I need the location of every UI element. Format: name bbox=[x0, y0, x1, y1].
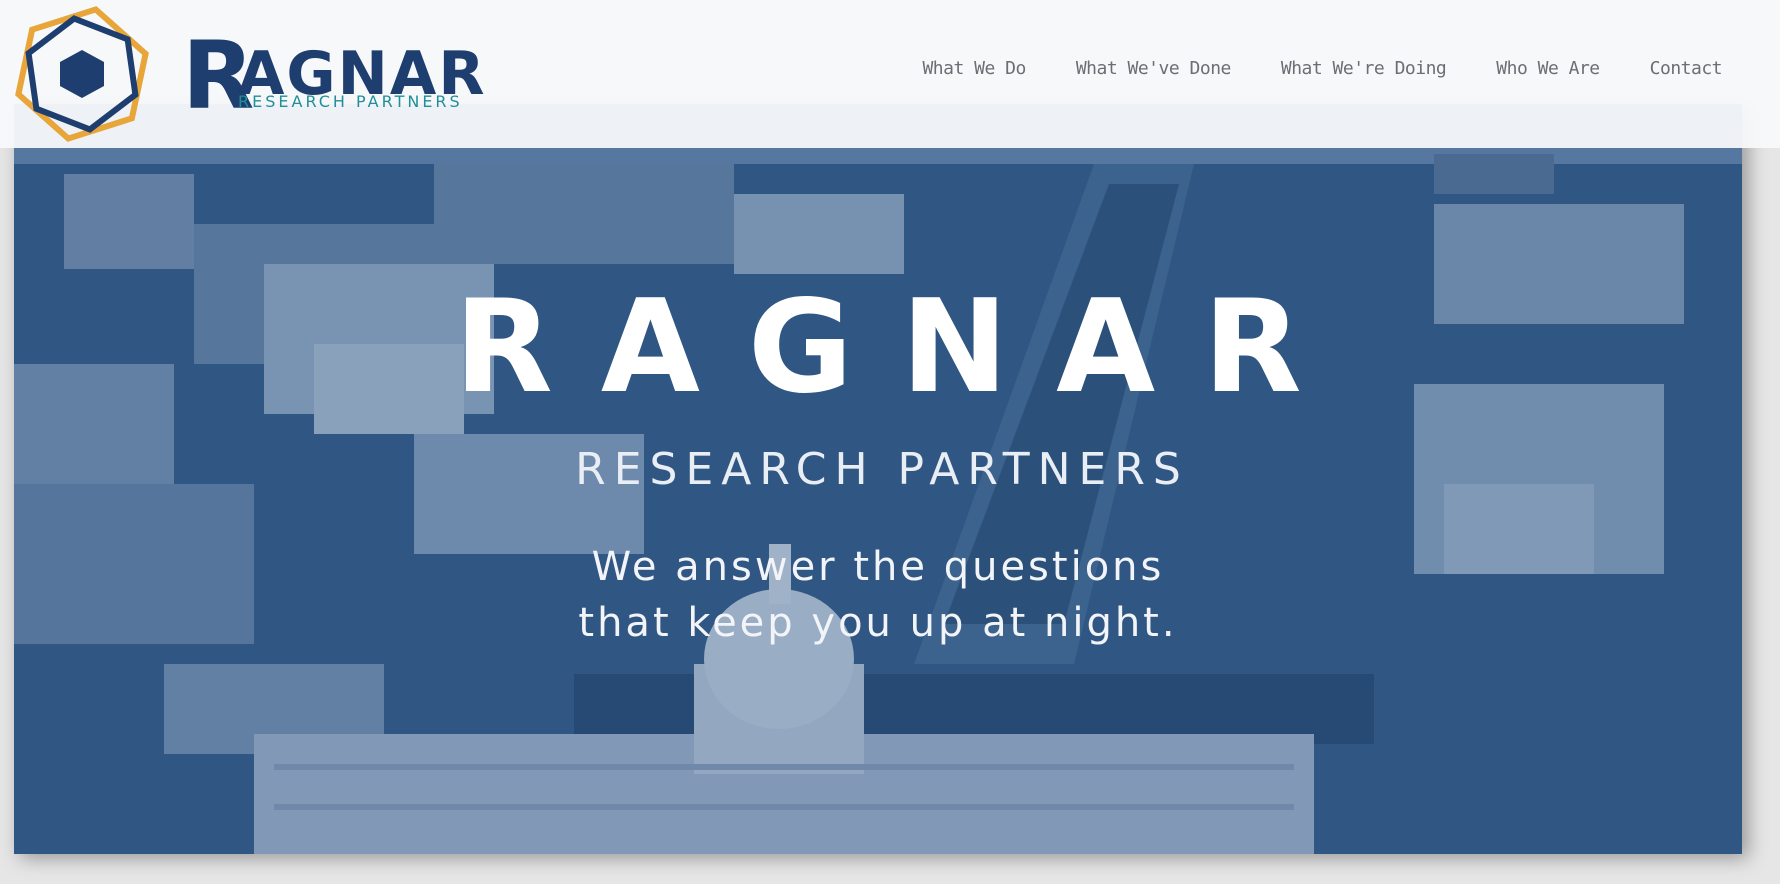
main-nav: What We Do What We've Done What We're Do… bbox=[872, 58, 1722, 79]
hero-tagline-line-1: We answer the questions bbox=[591, 544, 1165, 590]
site-header: R AGNAR RESEARCH PARTNERS What We Do Wha… bbox=[0, 0, 1780, 148]
hero-tagline: We answer the questions that keep you up… bbox=[14, 539, 1742, 651]
hero-title: RAGNAR bbox=[454, 273, 1350, 422]
nav-item-what-weve-done[interactable]: What We've Done bbox=[1076, 58, 1232, 79]
nav-item-contact[interactable]: Contact bbox=[1650, 58, 1723, 79]
hero-text-block: RAGNAR RESEARCH PARTNERS We answer the q… bbox=[14, 284, 1742, 651]
logo-subtitle: RESEARCH PARTNERS bbox=[238, 92, 463, 111]
hero-banner: RAGNAR RESEARCH PARTNERS We answer the q… bbox=[14, 104, 1742, 854]
nav-item-what-were-doing[interactable]: What We're Doing bbox=[1281, 58, 1447, 79]
hexagon-logo-icon bbox=[15, 6, 149, 142]
hero-subtitle: RESEARCH PARTNERS bbox=[575, 444, 1189, 495]
nav-item-what-we-do[interactable]: What We Do bbox=[922, 58, 1026, 79]
site-logo-link[interactable]: R AGNAR RESEARCH PARTNERS bbox=[12, 4, 485, 144]
nav-item-who-we-are[interactable]: Who We Are bbox=[1496, 58, 1600, 79]
hero-tagline-line-2: that keep you up at night. bbox=[578, 600, 1178, 646]
